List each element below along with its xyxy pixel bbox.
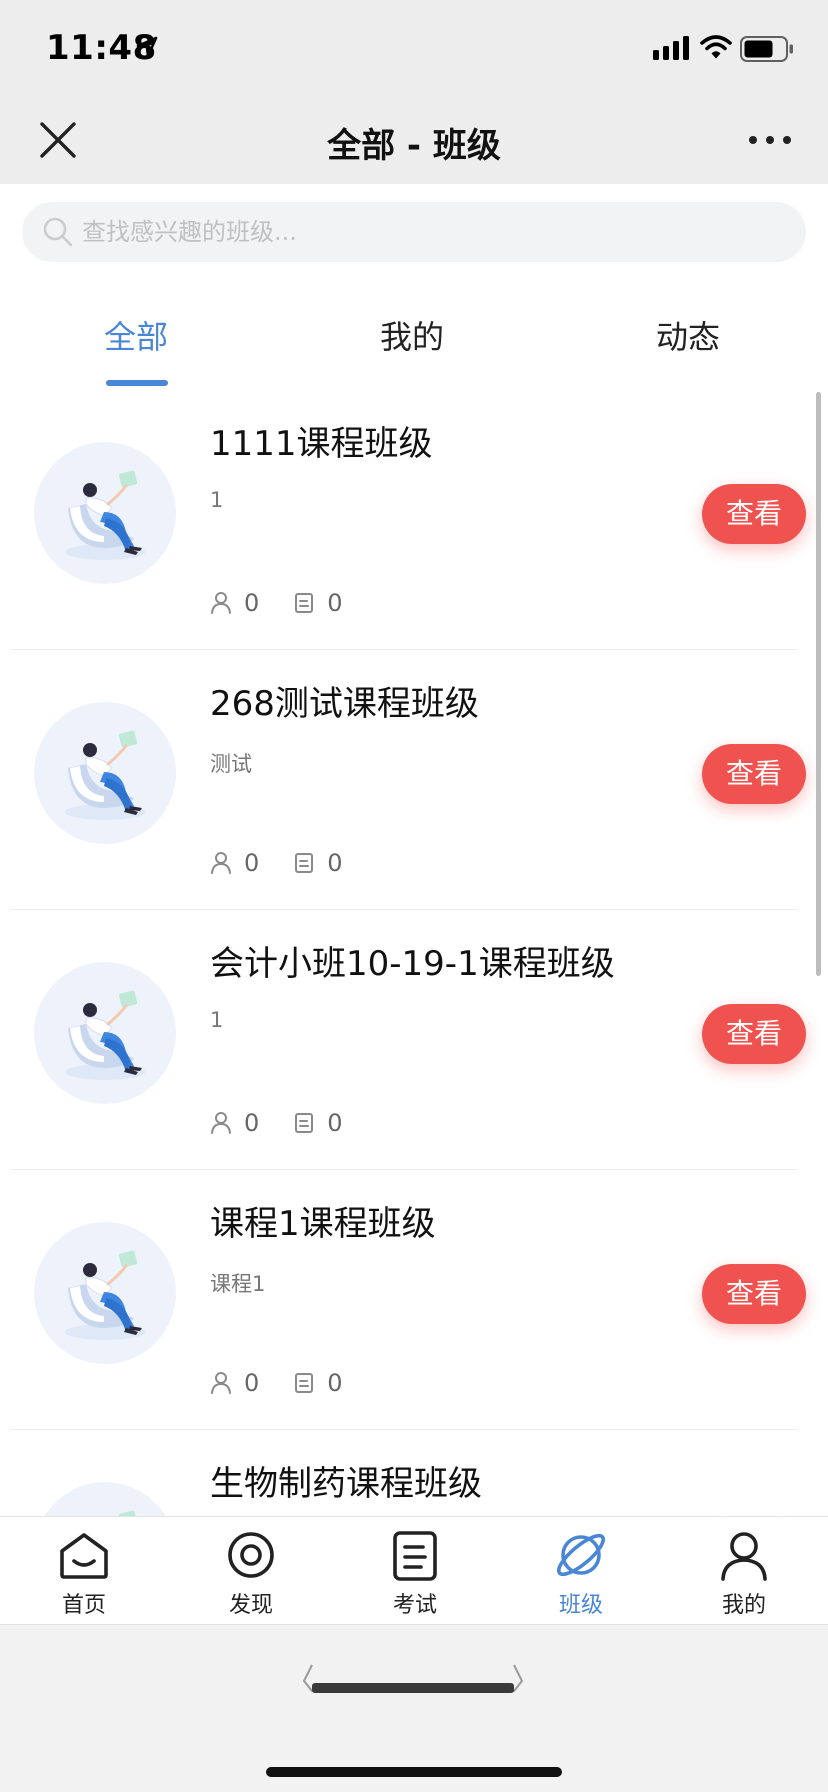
battery-icon xyxy=(740,36,793,62)
class-description: 课程1 xyxy=(210,1272,266,1296)
location-arrow-icon xyxy=(136,36,158,58)
bottom-tab-label: 发现 xyxy=(228,1593,273,1618)
class-description: 测试 xyxy=(210,752,252,776)
more-options-icon[interactable] xyxy=(748,132,792,148)
class-description: 1 xyxy=(210,1008,224,1032)
tab-all[interactable]: 全部 xyxy=(104,312,168,358)
page-title: 全部 - 班级 xyxy=(327,126,501,166)
browser-toolbar xyxy=(0,1624,828,1792)
active-tab-indicator xyxy=(106,380,168,386)
view-class-button[interactable]: 查看 xyxy=(702,1004,806,1064)
members-icon xyxy=(210,591,232,615)
home-indicator[interactable] xyxy=(266,1767,562,1777)
class-title: 1111课程班级 xyxy=(210,424,433,464)
bottom-tab-discover[interactable]: 发现 xyxy=(191,1527,311,1623)
bottom-tab-label: 考试 xyxy=(392,1593,437,1618)
bottom-tab-bar: 首页 发现 考试 班级 我的 xyxy=(0,1516,828,1624)
courses-count: 0 xyxy=(327,1109,343,1137)
cellular-signal-icon xyxy=(653,36,689,60)
class-cover-image xyxy=(34,1222,176,1364)
bottom-tab-label: 我的 xyxy=(721,1593,766,1618)
tab-mine[interactable]: 我的 xyxy=(380,312,444,358)
courses-icon xyxy=(293,1111,315,1135)
class-list-item[interactable]: 会计小班10-19-1课程班级 1 0 0 查看 xyxy=(0,910,828,1170)
class-cover-image xyxy=(34,1482,176,1516)
class-list-item[interactable]: 1111课程班级 1 0 0 查看 xyxy=(0,390,828,650)
members-icon xyxy=(210,1371,232,1395)
class-stats: 00 xyxy=(210,1108,377,1138)
discover-icon xyxy=(228,1532,274,1578)
class-cover-image xyxy=(34,702,176,844)
bottom-tab-home[interactable]: 首页 xyxy=(24,1527,144,1623)
class-stats: 00 xyxy=(210,848,377,878)
class-title: 会计小班10-19-1课程班级 xyxy=(210,944,615,984)
wifi-icon xyxy=(700,35,732,59)
view-class-button[interactable]: 查看 xyxy=(702,1264,806,1324)
class-title: 268测试课程班级 xyxy=(210,684,479,724)
class-description: 1 xyxy=(210,488,224,512)
home-icon xyxy=(60,1533,108,1579)
courses-count: 0 xyxy=(327,849,343,877)
status-bar: 11:48 xyxy=(0,0,828,96)
members-count: 0 xyxy=(244,1369,260,1397)
profile-icon xyxy=(721,1532,767,1581)
bottom-tab-class[interactable]: 班级 xyxy=(521,1527,641,1623)
courses-count: 0 xyxy=(327,1369,343,1397)
class-title: 生物制药课程班级 xyxy=(210,1464,482,1504)
class-cover-image xyxy=(34,962,176,1104)
bottom-tab-label: 首页 xyxy=(61,1593,106,1618)
bottom-tab-exam[interactable]: 考试 xyxy=(355,1527,475,1623)
class-cover-image xyxy=(34,442,176,584)
search-bar xyxy=(22,202,806,262)
nav-bar: 全部 - 班级 xyxy=(0,96,828,184)
courses-icon xyxy=(293,591,315,615)
search-icon xyxy=(43,217,73,247)
tab-activity[interactable]: 动态 xyxy=(656,312,720,358)
class-list-item[interactable]: 268测试课程班级 测试 0 0 查看 xyxy=(0,650,828,910)
exam-icon xyxy=(393,1531,437,1581)
class-title: 课程1课程班级 xyxy=(210,1204,436,1244)
view-class-button[interactable]: 查看 xyxy=(702,744,806,804)
members-icon xyxy=(210,851,232,875)
collapsed-toolbar-handle[interactable] xyxy=(302,1661,524,1699)
tab-bar: 全部 我的 动态 xyxy=(0,300,828,390)
search-input[interactable] xyxy=(82,202,782,262)
class-planet-icon xyxy=(556,1533,606,1577)
members-icon xyxy=(210,1111,232,1135)
class-list-item[interactable]: 课程1课程班级 课程1 0 0 查看 xyxy=(0,1170,828,1430)
bottom-tab-label: 班级 xyxy=(558,1593,603,1618)
members-count: 0 xyxy=(244,1109,260,1137)
class-stats: 00 xyxy=(210,1368,377,1398)
class-stats: 00 xyxy=(210,588,377,618)
courses-count: 0 xyxy=(327,589,343,617)
class-list: 1111课程班级 1 0 0 查看 268测试课程班级 测试 0 0 查看 会计小班10-19-… xyxy=(0,390,828,1516)
class-list-item[interactable]: 生物制药课程班级查看 xyxy=(0,1430,828,1516)
scrollbar[interactable] xyxy=(816,392,821,976)
bottom-tab-profile[interactable]: 我的 xyxy=(684,1527,804,1623)
members-count: 0 xyxy=(244,589,260,617)
courses-icon xyxy=(293,1371,315,1395)
view-class-button[interactable]: 查看 xyxy=(702,484,806,544)
courses-icon xyxy=(293,851,315,875)
members-count: 0 xyxy=(244,849,260,877)
